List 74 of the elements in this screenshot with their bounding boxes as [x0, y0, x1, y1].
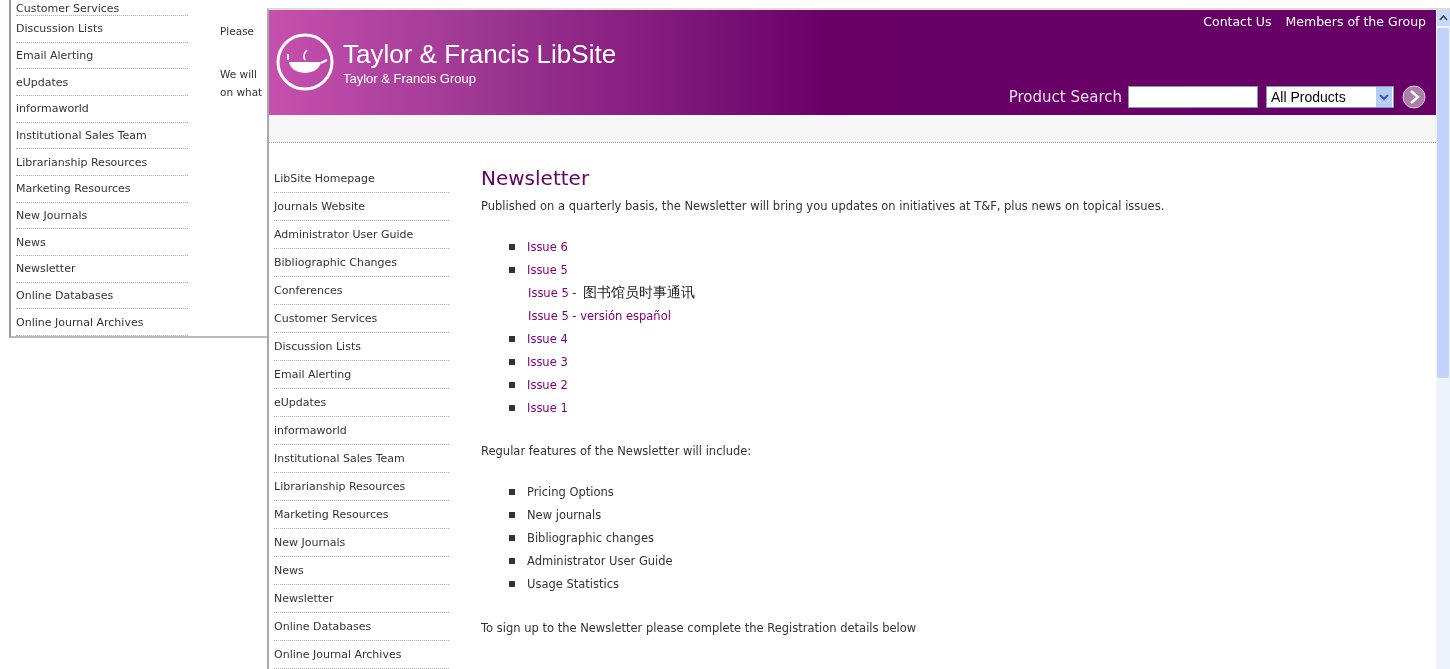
bullet-icon [509, 534, 515, 541]
sidebar-link[interactable]: Institutional Sales Team [16, 128, 147, 142]
sidebar-link[interactable]: New Journals [274, 536, 346, 549]
search-label: Product Search [1008, 87, 1122, 106]
sidebar-link[interactable]: informaworld [274, 424, 347, 437]
bullet-icon [509, 243, 515, 250]
site-title: Taylor & Francis LibSite [343, 38, 617, 70]
sidebar-link[interactable]: Email Alerting [16, 48, 94, 62]
product-dropdown[interactable]: All Products [1266, 85, 1394, 108]
scrollbar[interactable] [1436, 10, 1450, 669]
issue-link[interactable]: Issue 5 [527, 262, 568, 277]
search-field[interactable] [1128, 85, 1258, 108]
body-text: on what [220, 86, 263, 98]
sidebar-link[interactable]: New Journals [16, 208, 88, 222]
issue-link[interactable]: Issue 4 [527, 331, 568, 346]
sidebar-link[interactable]: Bibliographic Changes [274, 256, 398, 269]
sidebar-link[interactable]: Marketing Resources [16, 182, 131, 196]
features-text: Regular features of the Newsletter will include: [481, 444, 753, 458]
bullet-icon [509, 266, 515, 273]
sidebar-link[interactable]: News [16, 235, 46, 249]
issue-link[interactable]: Issue 2 [527, 377, 568, 392]
bullet-icon [509, 404, 515, 411]
sidebar-link[interactable]: Librarianship Resources [274, 480, 406, 493]
body-text: Please [220, 25, 256, 37]
issue-link[interactable]: Issue 1 [527, 400, 568, 415]
sidebar-link[interactable]: Customer Services [16, 1, 120, 15]
page-heading: Newsletter [481, 165, 591, 191]
sidebar-link[interactable]: informaworld [16, 102, 89, 116]
lamp-logo-icon [275, 32, 335, 93]
bullet-icon [509, 358, 515, 365]
issue-link[interactable]: Issue 6 [527, 239, 568, 254]
site-subtitle: Taylor & Francis Group [343, 70, 477, 86]
sidebar-link[interactable]: Conferences [274, 284, 343, 297]
signup-text: To sign up to the Newsletter please complete the Registration details below [481, 621, 918, 635]
feature-text: New journals [527, 507, 602, 522]
feature-text: Usage Statistics [527, 576, 620, 591]
body-text: We will [220, 68, 258, 80]
sidebar-link[interactable]: Discussion Lists [274, 340, 361, 353]
sidebar-link[interactable]: Customer Services [274, 312, 378, 325]
sidebar-link[interactable]: Newsletter [16, 262, 76, 276]
scroll-up-icon[interactable] [1436, 10, 1450, 26]
sidebar-link[interactable]: Marketing Resources [274, 508, 389, 521]
caret-icon [1376, 86, 1392, 107]
sidebar-link[interactable]: News [274, 564, 304, 577]
chinese-title: 图书馆员时事通讯 [582, 283, 695, 302]
issue-link[interactable]: Issue 5 - versión español [528, 308, 671, 323]
sidebar-link[interactable]: Online Databases [274, 620, 372, 633]
feature-text: Pricing Options [527, 484, 614, 499]
sidebar-link[interactable]: Email Alerting [274, 368, 352, 381]
sidebar-link[interactable]: Online Journal Archives [16, 315, 144, 329]
sidebar-link[interactable]: LibSite Homepage [274, 172, 375, 185]
bullet-icon [509, 511, 515, 518]
sidebar-link[interactable]: Journals Website [274, 200, 366, 213]
feature-text: Bibliographic changes [527, 530, 654, 545]
header-link[interactable]: Contact Us [1203, 14, 1272, 29]
sidebar-link[interactable]: Online Journal Archives [274, 648, 402, 661]
bullet-icon [509, 557, 515, 564]
bullet-icon [509, 381, 515, 388]
header-link[interactable]: Members of the Group [1285, 14, 1426, 29]
sidebar-link[interactable]: Institutional Sales Team [274, 452, 405, 465]
issue-link[interactable]: Issue 5 - [528, 285, 577, 300]
sidebar-link[interactable]: eUpdates [274, 396, 327, 409]
sidebar-link[interactable]: Discussion Lists [16, 22, 103, 36]
sidebar-link[interactable]: Administrator User Guide [274, 228, 414, 241]
feature-text: Administrator User Guide [527, 553, 673, 568]
bullet-icon [509, 580, 515, 587]
bullet-icon [509, 335, 515, 342]
bullet-icon [509, 488, 515, 495]
sidebar-link[interactable]: Newsletter [274, 592, 334, 605]
intro-text: Published on a quarterly basis, the Newsletter will bring you updates on initiatives at T&F, plus news on topical issues. [481, 199, 1165, 213]
sidebar-link[interactable]: Librarianship Resources [16, 155, 148, 169]
sidebar-link[interactable]: eUpdates [16, 75, 69, 89]
sidebar-link[interactable]: Online Databases [16, 289, 114, 303]
issue-link[interactable]: Issue 3 [527, 354, 568, 369]
